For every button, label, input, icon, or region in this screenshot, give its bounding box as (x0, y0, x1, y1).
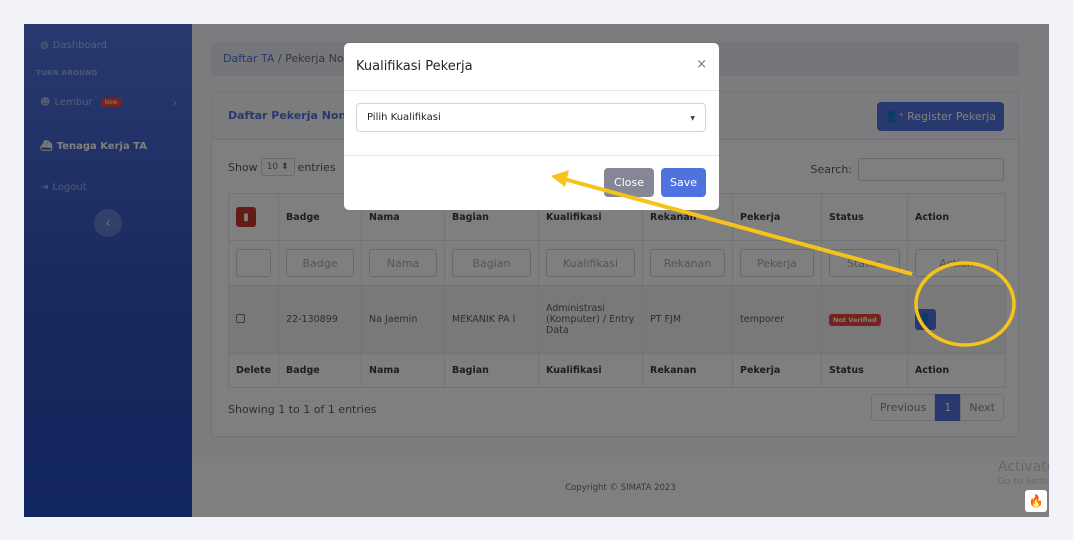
browser-viewport: ◍ Dashboard TURN AROUND ☻ Lembur New › ⛴… (24, 24, 1049, 517)
flame-icon[interactable]: 🔥 (1025, 490, 1047, 512)
annotation-circle (914, 261, 1016, 347)
annotation-layer (551, 170, 1016, 347)
annotation-arrowhead (551, 170, 569, 187)
annotation-arrow (563, 177, 913, 276)
